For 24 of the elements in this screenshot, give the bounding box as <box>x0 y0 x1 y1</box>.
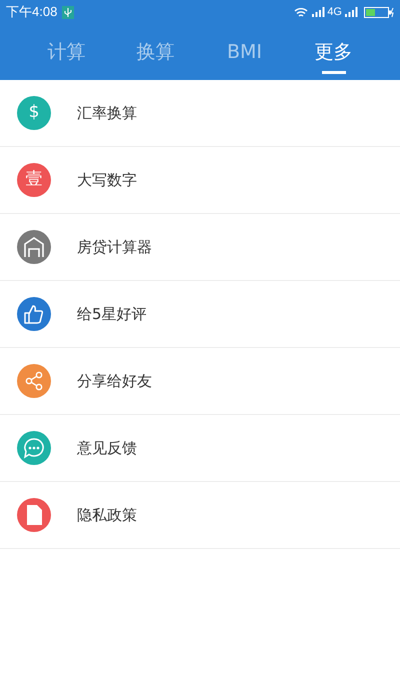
menu-label: 大写数字 <box>77 170 137 191</box>
menu-label: 意见反馈 <box>77 438 137 459</box>
tab[interactable]: 更多 <box>289 24 378 80</box>
menu-item[interactable]: 分享给好友 <box>0 348 400 415</box>
menu-item[interactable]: 房贷计算器 <box>0 214 400 281</box>
status-time: 下午4:08 <box>6 3 58 22</box>
menu-item[interactable]: 壹 大写数字 <box>0 147 400 214</box>
menu-item[interactable]: 隐私政策 <box>0 482 400 549</box>
icon-badge: $ <box>17 96 51 130</box>
wifi-icon <box>294 6 308 18</box>
menu-label: 分享给好友 <box>77 370 152 392</box>
menu-label: 汇率换算 <box>77 102 137 124</box>
menu-item[interactable]: 给5星好评 <box>0 281 400 348</box>
icon-badge: 壹 <box>17 163 51 197</box>
menu-label: 隐私政策 <box>77 504 137 526</box>
menu-item[interactable]: 意见反馈 <box>0 415 400 482</box>
menu-item[interactable]: $ 汇率换算 <box>0 80 400 147</box>
menu-label: 给5星好评 <box>77 304 147 325</box>
network-type: 4G <box>327 4 342 20</box>
usb-icon <box>62 6 74 18</box>
battery-icon <box>364 6 394 18</box>
signal-icon <box>345 7 358 17</box>
signal-icon <box>312 7 326 17</box>
menu-label: 房贷计算器 <box>77 236 152 258</box>
